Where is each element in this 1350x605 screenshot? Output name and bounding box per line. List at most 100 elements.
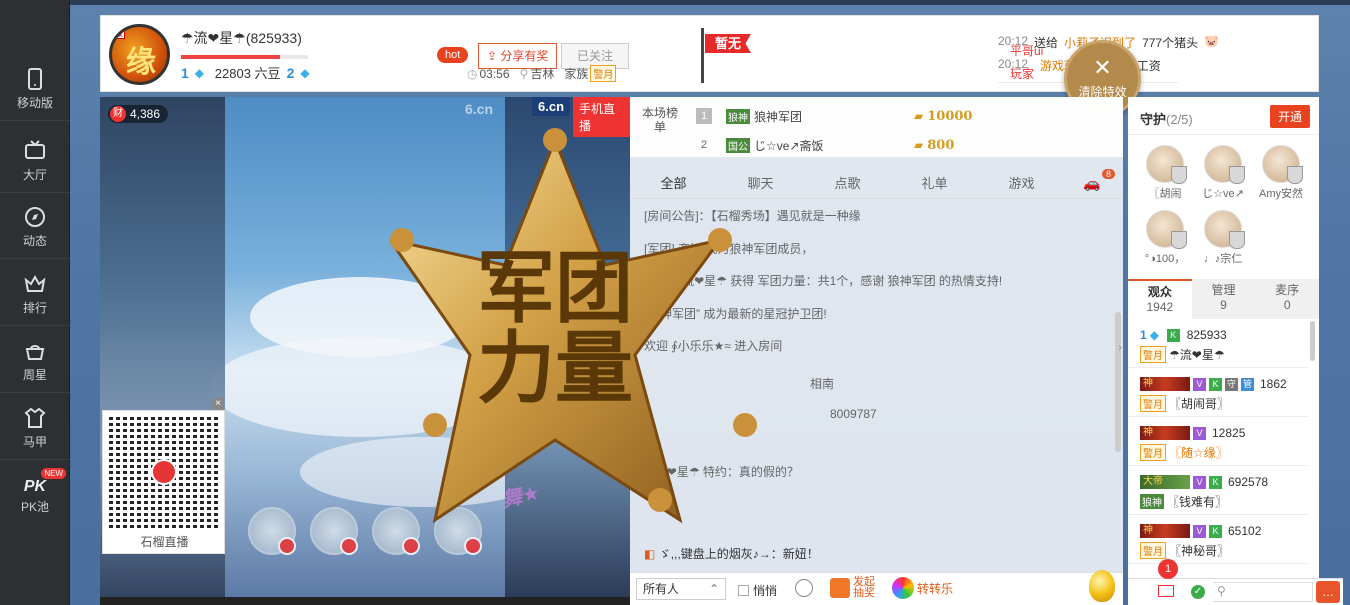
news-row: 20:12 平哥ui 送给 小莉子迟到了 777个猪头 🐷 [998,34,1318,83]
k-badge: K [1166,328,1180,342]
wealth-level: 1 [181,64,189,81]
car-tab[interactable]: 🚗 8 [1075,169,1115,199]
anchor-levels: 1 ◆ 22803 六豆 2 ◆ [181,63,314,82]
lottery-button[interactable]: 发起 抽奖 [830,577,875,599]
sidebar-item-hall[interactable]: 大厅 [0,127,70,193]
star-text-2: 力量 [477,324,633,414]
whisper-checkbox[interactable]: 悄悄 [738,582,777,599]
star-text-1: 军团 [477,244,633,334]
wheel-icon [892,577,914,599]
family-tag[interactable]: 警月 [590,65,617,82]
rank-coins: 800 [927,137,955,153]
guard-badge-icon: 守 [1225,377,1238,391]
guard-count: (2/5) [1166,112,1193,127]
guard-member[interactable]: Amy安然 [1253,145,1309,201]
guard-name: じ☆ve↗ [1202,188,1244,200]
sidebar-item-mobile[interactable]: 移动版 [0,55,70,121]
check-icon[interactable]: ✓ [1191,585,1205,599]
user-id: 12825 [1212,426,1246,440]
family-tag: 警月 [1140,541,1166,559]
emoji-icon[interactable] [795,579,813,597]
rank-name: じ☆ve↗斋饭 [754,138,824,153]
anchor-meta: ◷ 03:56 ⚲ 吉林 家族 警月 [467,65,617,82]
list-item[interactable]: 1 ◆ K 825933 警月 ☂流❤星☂ [1128,319,1308,368]
compass-icon [25,207,45,227]
tv-icon [25,140,45,159]
sidebar-item-pk[interactable]: PK NEW PK池 [0,462,70,528]
family-tag: 警月 [1140,394,1166,412]
tab-games[interactable]: 游戏 [978,169,1065,198]
user-id: 692578 [1228,475,1269,489]
guard-name: 〖胡闹 [1148,188,1182,200]
pig-icon: 🐷 [1204,34,1220,48]
sidebar-item-feed[interactable]: 动态 [0,193,70,259]
k-badge: K [1209,377,1222,391]
list-item[interactable]: 神 V 12825 警月 〖随☆缘〗 [1128,417,1308,466]
tab-mic-queue[interactable]: 麦序 0 [1255,279,1319,319]
clock-icon: ◷ [467,66,478,81]
chevron-right-icon[interactable]: › [1118,340,1128,360]
broadcast-message: ◧ ゞ,,,键盘上的烟灰♪→：新妞！ [644,545,819,562]
rank-coins: 10000 [927,108,973,124]
search-input[interactable]: ⚲ [1213,582,1313,602]
list-item[interactable]: 神 V K 65102 警月 〖神秘哥〗 [1128,515,1308,564]
guard-name: ♩♪宗仁 [1203,253,1243,265]
hot-badge[interactable]: hot [437,47,469,63]
avatar-seal: 缘 [126,45,156,80]
family-label: 家族 [564,67,589,81]
anchor-avatar[interactable]: 殿 缘 [109,24,170,85]
tab-gifts[interactable]: 礼单 [891,169,978,198]
checkbox-box[interactable] [738,585,749,596]
noble-badge: 神 [1140,377,1190,391]
sidebar-item-vest[interactable]: 马甲 [0,394,70,460]
level-progress-fill [181,55,281,59]
audience-scrollbar[interactable] [1310,321,1315,361]
bottom-toolbar: 1 ✓ ⚲ … [1128,559,1343,605]
avatar [1262,145,1303,184]
chat-target-select[interactable]: 所有人 ⌃ [636,578,726,600]
whisper-label: 悄悄 [753,584,778,598]
wealth-value: 4,386 [130,107,161,121]
open-guard-button[interactable]: 开通 [1269,105,1310,128]
star-level: 2 [286,64,295,81]
sidebar-item-label: 排行 [22,301,47,315]
close-icon: ✕ [1093,55,1112,80]
chat-bubble-icon[interactable]: … [1316,581,1340,603]
qr-close-button[interactable]: × [212,398,224,410]
sidebar-item-rank[interactable]: 排行 [0,260,70,326]
guard-member[interactable]: ♩♪宗仁 [1195,210,1251,266]
audience-list: 1 ◆ K 825933 警月 ☂流❤星☂ 神 V K 守管 1862 警月 〖胡闹哥〗 神 V 12… [1128,319,1319,605]
site-logo: 6.cn [532,97,571,116]
sidebar-item-label: 移动版 [16,96,53,110]
flag-pole [701,28,704,83]
tab-audience[interactable]: 观众 1942 [1128,279,1192,319]
user-id: 65102 [1228,524,1262,538]
location: 吉林 [530,67,555,81]
guard-title: 守护(2/5) [1140,112,1193,127]
list-item[interactable]: 神 V K 守管 1862 警月 〖胡闹哥〗 [1128,368,1308,417]
wheel-button[interactable]: 转转乐 [892,577,953,599]
mail-icon[interactable] [1158,585,1174,597]
gift-news: 20:12 平哥ui 送给 小莉子迟到了 777个猪头 🐷 20:12 玩家 游… [998,34,1318,106]
guard-member[interactable]: 〖胡闹 [1137,145,1193,201]
noble-badge: 大帝 [1140,475,1190,489]
guard-header: 守护(2/5) 开通 [1128,97,1319,135]
golden-egg-icon[interactable] [1089,570,1115,602]
chat-scrollbar[interactable] [1115,312,1121,452]
tab-admins[interactable]: 管理 9 [1192,279,1256,319]
k-badge: K [1209,475,1222,489]
list-item[interactable]: 大帝 V K 692578 狼神 〖钱难有〗 [1128,466,1308,515]
sidebar-item-weekstar[interactable]: 周星 [0,327,70,393]
sidebar-item-label: PK池 [20,500,49,514]
guard-member[interactable]: じ☆ve↗ [1195,145,1251,201]
watermark: 6.cn [465,101,494,117]
tab-songs[interactable]: 点歌 [804,169,891,198]
coin-icon: ▰ [914,138,924,152]
search-icon: ⚲ [1217,584,1226,598]
vip-badge: V [1193,475,1206,489]
guard-member[interactable]: °◑100， [1137,210,1193,266]
location-icon: ⚲ [519,66,529,81]
avatar [1204,210,1245,249]
user-name: 〖钱难有〗 [1167,494,1228,509]
user-name: 〖胡闹哥〗 [1169,396,1230,411]
